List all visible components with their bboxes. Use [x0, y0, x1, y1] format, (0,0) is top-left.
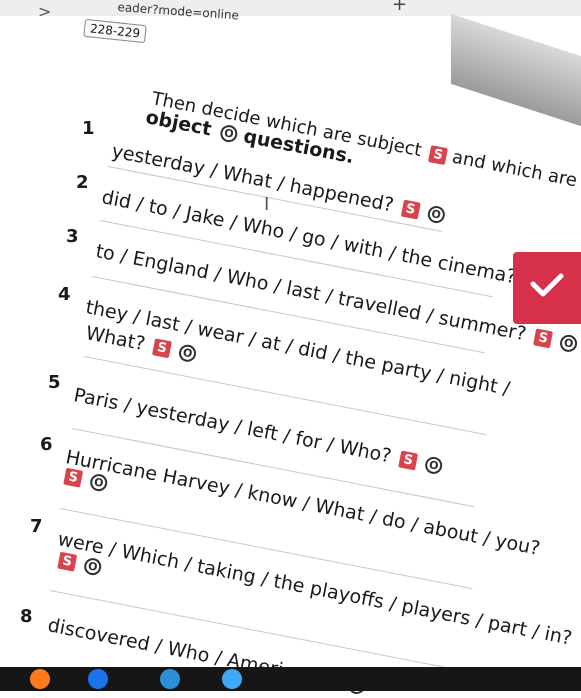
- object-choice[interactable]: O: [88, 472, 109, 493]
- subject-choice[interactable]: S: [63, 467, 84, 488]
- item-text: Paris / yesterday / left / for / Who?: [71, 384, 394, 468]
- object-choice[interactable]: O: [82, 556, 103, 577]
- item-number: 7: [30, 516, 43, 537]
- object-choice[interactable]: O: [177, 343, 198, 364]
- exercise-content: Then decide which are subject S and whic…: [0, 0, 581, 696]
- app-icon[interactable]: [222, 669, 242, 689]
- object-choice[interactable]: O: [426, 204, 447, 225]
- instruction-tail: and which are: [450, 146, 579, 192]
- item-number: 5: [48, 372, 61, 393]
- item-number: 3: [66, 226, 79, 247]
- text-cursor-icon: I: [264, 194, 270, 215]
- check-answer-button[interactable]: [513, 252, 581, 324]
- object-choice[interactable]: O: [423, 455, 444, 476]
- subject-choice[interactable]: S: [57, 551, 78, 572]
- chrome-icon[interactable]: [88, 669, 108, 689]
- checkmark-icon: [530, 273, 564, 297]
- object-badge: O: [218, 123, 239, 144]
- subject-badge: S: [428, 144, 449, 165]
- taskbar: [0, 667, 581, 691]
- subject-choice[interactable]: S: [400, 199, 421, 220]
- firefox-icon[interactable]: [30, 669, 50, 689]
- subject-choice[interactable]: S: [152, 338, 173, 359]
- subject-choice[interactable]: S: [398, 450, 419, 471]
- item-number: 4: [58, 284, 71, 305]
- item-number: 1: [82, 118, 95, 139]
- item-number: 8: [20, 606, 33, 627]
- app-icon[interactable]: [160, 669, 180, 689]
- subject-choice[interactable]: S: [533, 328, 554, 349]
- object-choice[interactable]: O: [558, 333, 579, 354]
- item-number: 2: [76, 172, 89, 193]
- item-number: 6: [40, 434, 53, 455]
